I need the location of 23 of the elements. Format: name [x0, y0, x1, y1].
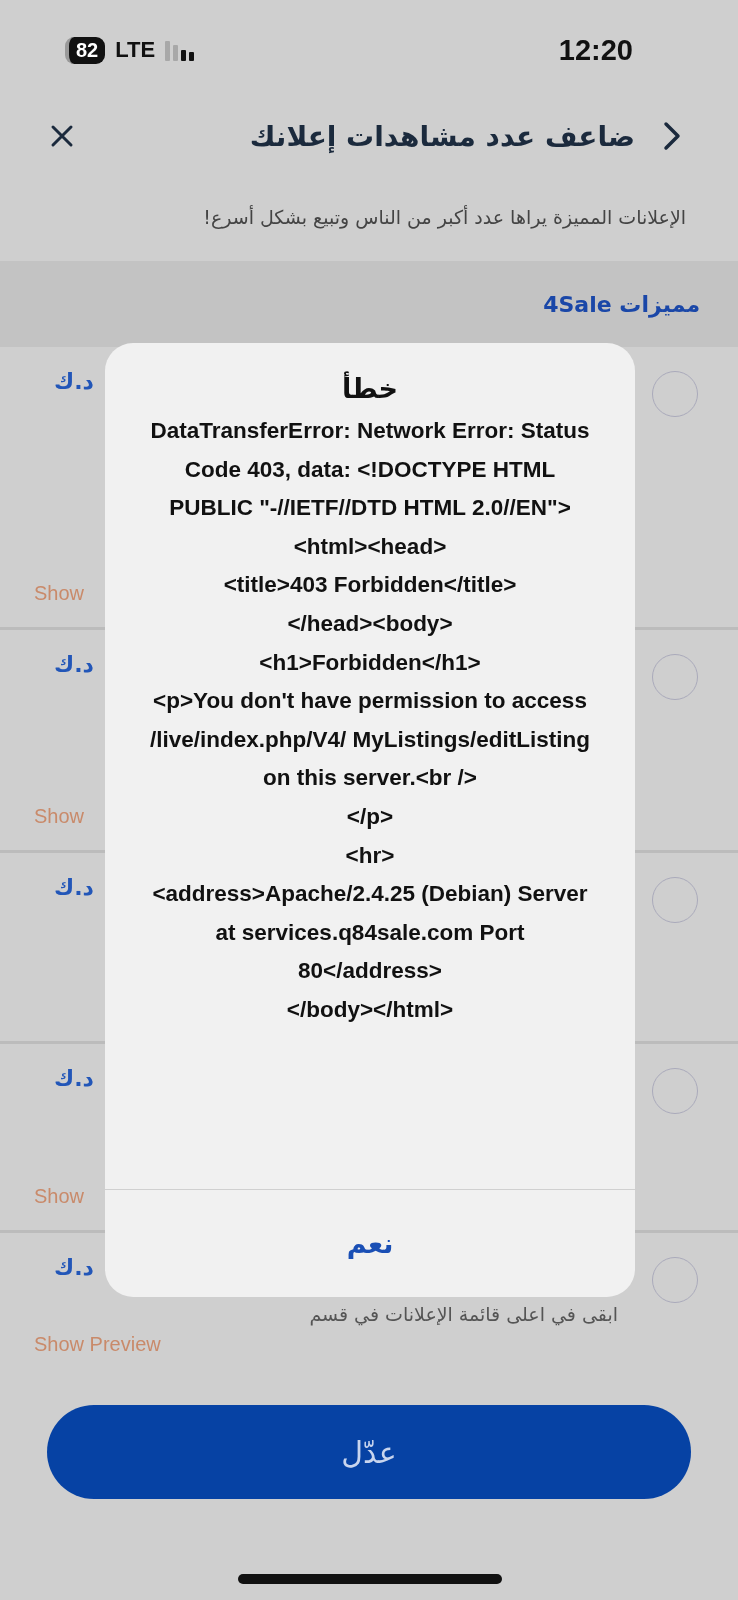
price-label: د.ك	[54, 1255, 94, 1280]
status-time: 12:20	[558, 33, 633, 67]
ok-button[interactable]: نعم	[105, 1189, 635, 1297]
price-label: د.ك	[54, 652, 94, 677]
page-title: ضاعف عدد مشاهدات إعلانك	[248, 119, 635, 153]
price-label: د.ك	[54, 875, 94, 900]
show-preview-link[interactable]: Show	[34, 805, 85, 828]
option-description: ابقى في اعلى قائمة الإعلانات في قسم	[309, 1303, 618, 1325]
show-preview-link[interactable]: Show	[34, 1185, 85, 1208]
network-label: LTE	[115, 37, 156, 63]
price-label: د.ك	[54, 1066, 94, 1091]
dialog-message: DataTransferError: Network Error: Status Code 403, data: <!DOCTYPE HTML PUBLIC "-//IETF//DTD HTML 2.0//EN"> <html><head> <title>403 Forbidden</title> </head><body> <h1>Forbidden</h1> <p>You don't have permission to access /live/index.php/V4/ MyListings/editListing on this server.<br /> </p> <hr> <address>Apache/2.4.25 (Debian) Server at services.q84sale.com Port 80</address> </body></html>	[148, 417, 592, 1024]
show-preview-link[interactable]: Show	[34, 582, 85, 605]
edit-button[interactable]: عدّل	[47, 1405, 691, 1499]
close-icon[interactable]	[50, 124, 74, 148]
signal-icon	[165, 39, 196, 61]
section-title: مميزات 4Sale	[543, 291, 700, 317]
battery-indicator: 82	[65, 36, 106, 64]
subtitle-text: الإعلانات المميزة يراها عدد أكبر من الناس وتبيع بشكل أسرع!	[202, 204, 687, 231]
back-icon[interactable]	[663, 121, 681, 151]
show-preview-link[interactable]: Show Preview	[34, 1333, 161, 1356]
dialog-title: خطأ	[342, 373, 398, 404]
price-label: د.ك	[54, 369, 94, 394]
